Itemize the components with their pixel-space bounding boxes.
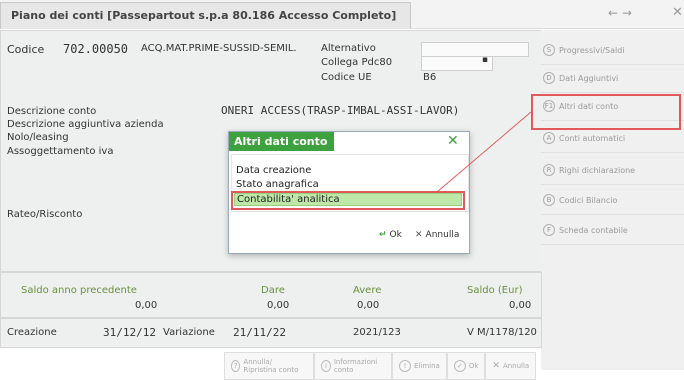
connector-line [436, 111, 532, 193]
